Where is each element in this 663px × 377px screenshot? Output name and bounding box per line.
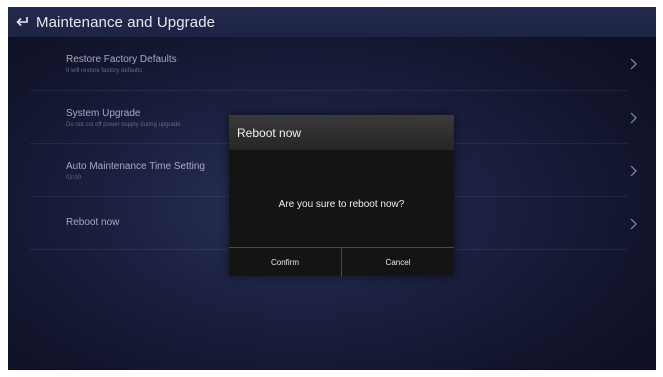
return-arrow-icon[interactable] xyxy=(12,12,32,32)
list-item-title: Restore Factory Defaults xyxy=(66,54,177,65)
list-item-subtitle: It will restore factory defaults xyxy=(66,68,143,74)
header-bar: Maintenance and Upgrade xyxy=(8,7,656,37)
list-item-subtitle: Do not cut off power supply during upgra… xyxy=(66,122,181,128)
dialog-button-bar: Confirm Cancel xyxy=(229,247,454,277)
chevron-right-icon xyxy=(630,165,637,177)
list-item-title: Reboot now xyxy=(66,217,120,228)
cancel-button[interactable]: Cancel xyxy=(341,248,454,277)
list-item-restore-factory-defaults[interactable]: Restore Factory Defaults It will restore… xyxy=(30,38,637,91)
settings-screen: Maintenance and Upgrade Restore Factory … xyxy=(8,7,656,370)
dialog-header: Reboot now xyxy=(229,115,454,150)
list-item-title: System Upgrade xyxy=(66,108,141,119)
list-item-subtitle: 03:00 xyxy=(66,175,82,181)
confirm-button[interactable]: Confirm xyxy=(229,248,341,277)
reboot-dialog: Reboot now Are you sure to reboot now? C… xyxy=(229,115,454,277)
page-title: Maintenance and Upgrade xyxy=(36,13,216,31)
list-item-title: Auto Maintenance Time Setting xyxy=(66,161,205,172)
chevron-right-icon xyxy=(630,112,637,124)
chevron-right-icon xyxy=(630,218,637,230)
chevron-right-icon xyxy=(630,58,637,70)
dialog-message: Are you sure to reboot now? xyxy=(278,199,405,210)
dialog-title: Reboot now xyxy=(237,125,302,140)
